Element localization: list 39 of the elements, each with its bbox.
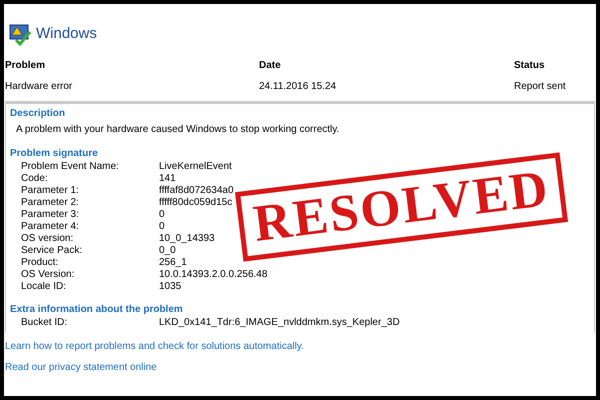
column-header: Problem (5, 60, 46, 71)
column-header: Status (514, 60, 545, 71)
field-value: LKD_0x141_Tdr:6_IMAGE_nvlddmkm.sys_Kepler_3D (159, 317, 400, 328)
table-cell: Hardware error (5, 81, 72, 92)
field-label: Service Pack: (21, 245, 82, 256)
field-value: 0 (159, 209, 165, 220)
field-label: Bucket ID: (21, 317, 68, 328)
table-cell: Report sent (514, 81, 566, 92)
stamp: RESOLVED (234, 152, 568, 262)
field-value: 0 (159, 221, 165, 232)
field-value: 0_0 (159, 245, 176, 256)
field-value: 10.0.14393.2.0.0.256.48 (159, 269, 268, 280)
description-text: A problem with your hardware caused Windows to stop working correctly. (15, 123, 340, 137)
field-value: 141 (159, 173, 176, 184)
column-header: Date (259, 60, 281, 71)
field-label: Locale ID: (21, 281, 66, 292)
link[interactable]: Learn how to report problems and check for solutions automatically. (5, 341, 304, 352)
field-label: OS version: (21, 233, 74, 244)
field-label: Product: (21, 257, 58, 268)
field-label: Parameter 3: (21, 209, 79, 220)
link[interactable]: Read our privacy statement online (5, 362, 157, 373)
field-label: Problem Event Name: (21, 161, 119, 172)
field-value: fffff80dc059d15c (159, 197, 232, 208)
field-value: 256_1 (159, 257, 187, 268)
field-value: 10_0_14393 (159, 233, 215, 244)
field-label: Parameter 2: (21, 197, 79, 208)
table-cell: 24.11.2016 15.24 (259, 81, 336, 92)
field-label: OS Version: (21, 269, 74, 280)
section-heading: Description (10, 107, 66, 121)
window-title: Windows (36, 24, 97, 44)
section-heading: Problem signature (10, 147, 99, 161)
field-label: Parameter 4: (21, 221, 79, 232)
field-label: Code: (21, 173, 48, 184)
field-value: LiveKernelEvent (159, 161, 232, 172)
section-heading: Extra information about the problem (10, 303, 184, 317)
field-value: 1035 (159, 281, 182, 292)
computer-warning-icon (8, 22, 32, 46)
field-label: Parameter 1: (21, 185, 79, 196)
field-value: ffffaf8d072634a0 (159, 185, 234, 196)
